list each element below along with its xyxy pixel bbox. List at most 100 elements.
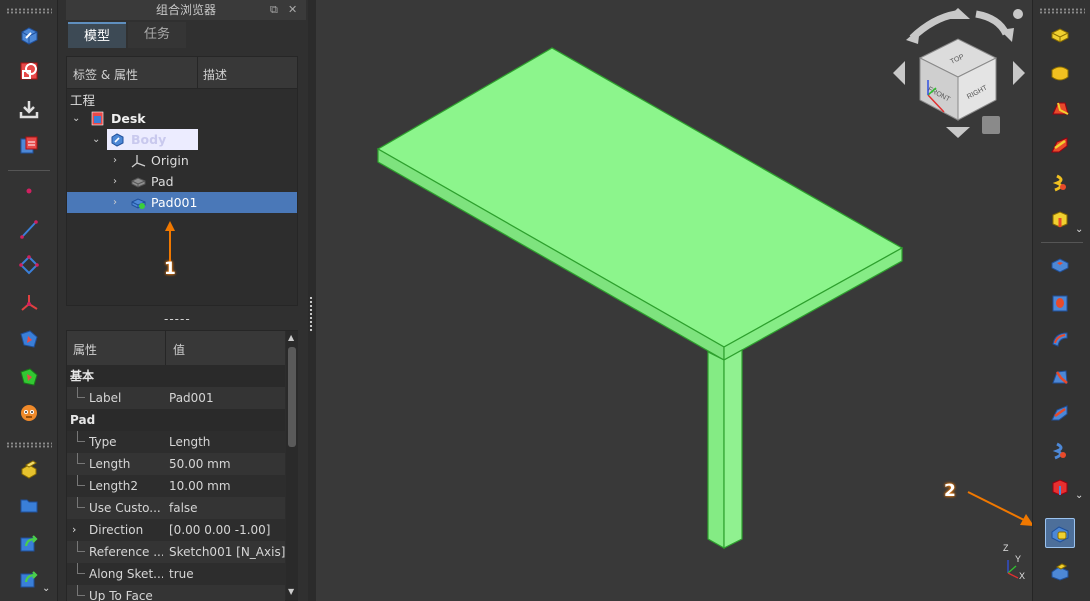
tab-tasks[interactable]: 任务 bbox=[128, 22, 186, 48]
loft-icon bbox=[1052, 102, 1069, 115]
line-icon bbox=[20, 220, 38, 239]
splitter-handle[interactable] bbox=[309, 296, 313, 332]
pad-button[interactable] bbox=[1045, 20, 1075, 50]
chevron-down-icon[interactable]: ⌄ bbox=[72, 108, 80, 129]
validate-sketch-button[interactable] bbox=[14, 94, 44, 124]
navcube-menu-icon[interactable] bbox=[1013, 9, 1023, 19]
clone-button[interactable] bbox=[14, 130, 44, 160]
subtractive-box-icon bbox=[1052, 479, 1068, 496]
leg-front-face[interactable] bbox=[707, 351, 725, 550]
3d-viewport[interactable]: TOP FRONT RIGHT Z Y X 2 bbox=[316, 0, 1032, 601]
property-row[interactable]: Label Pad001 bbox=[67, 387, 285, 409]
datum-point-button[interactable] bbox=[14, 176, 44, 206]
property-row[interactable]: › Direction [0.00 0.00 -1.00] bbox=[67, 519, 285, 541]
chamfer-button[interactable] bbox=[1045, 556, 1075, 586]
panel-splitter[interactable]: ----- bbox=[164, 312, 191, 326]
property-value[interactable]: 50.00 mm bbox=[169, 453, 285, 475]
undock-icon[interactable]: ⧉ bbox=[270, 0, 278, 20]
shape-binder-button[interactable] bbox=[14, 324, 44, 354]
pocket-button[interactable] bbox=[1045, 250, 1075, 280]
property-group-pad[interactable]: Pad bbox=[67, 409, 285, 431]
chevron-right-icon[interactable]: › bbox=[72, 519, 76, 541]
tree-item-pad001[interactable]: › Pad001 bbox=[67, 192, 297, 213]
navigation-cube[interactable]: TOP FRONT RIGHT bbox=[893, 8, 1025, 138]
additive-primitive-button[interactable] bbox=[1045, 204, 1075, 234]
datum-line-button[interactable] bbox=[14, 214, 44, 244]
toolbar-grip[interactable] bbox=[1039, 8, 1085, 14]
subtractive-loft-button[interactable] bbox=[1045, 362, 1075, 392]
chevron-right-icon[interactable]: › bbox=[113, 171, 117, 192]
property-value[interactable]: false bbox=[169, 497, 285, 519]
subtractive-primitive-button[interactable] bbox=[1045, 472, 1075, 502]
fillet-button[interactable] bbox=[1045, 518, 1075, 548]
datum-plane-button[interactable] bbox=[14, 250, 44, 280]
tree-header-description[interactable]: 描述 bbox=[203, 66, 227, 83]
pipe-button[interactable] bbox=[1045, 130, 1075, 160]
property-value[interactable]: [0.00 0.00 -1.00] bbox=[169, 519, 285, 541]
property-row[interactable]: Along Sket... true bbox=[67, 563, 285, 585]
new-document-button[interactable] bbox=[14, 454, 44, 484]
leg-side-face[interactable] bbox=[723, 348, 743, 549]
tree-item-pad[interactable]: › Pad bbox=[67, 171, 297, 192]
scrollbar-thumb[interactable] bbox=[288, 347, 296, 447]
property-header-name[interactable]: 属性 bbox=[73, 341, 97, 358]
viewport-canvas[interactable]: TOP FRONT RIGHT Z Y X bbox=[316, 0, 1032, 601]
hole-button[interactable] bbox=[1045, 288, 1075, 318]
subtractive-pipe-button[interactable] bbox=[1045, 398, 1075, 428]
subtractive-helix-button[interactable] bbox=[1045, 436, 1075, 466]
subshape-binder-button[interactable] bbox=[14, 362, 44, 392]
open-button[interactable] bbox=[14, 490, 44, 520]
property-value[interactable]: 10.00 mm bbox=[169, 475, 285, 497]
chevron-down-icon[interactable]: ⌄ bbox=[42, 583, 50, 594]
property-value[interactable]: Length bbox=[169, 431, 285, 453]
tree-item-origin[interactable]: › Origin bbox=[67, 150, 297, 171]
property-row[interactable]: Length2 10.00 mm bbox=[67, 475, 285, 497]
groove-button[interactable] bbox=[1045, 324, 1075, 354]
save-as-button[interactable] bbox=[14, 564, 44, 594]
property-value[interactable]: Sketch001 [N_Axis] bbox=[169, 541, 285, 563]
property-value[interactable]: Pad001 bbox=[169, 387, 285, 409]
create-body-button[interactable] bbox=[14, 20, 44, 50]
close-icon[interactable]: ✕ bbox=[288, 0, 297, 20]
arrow-down-icon[interactable] bbox=[946, 127, 970, 138]
clone-object-button[interactable] bbox=[14, 398, 44, 428]
tree-item-desk[interactable]: ⌄ Desk bbox=[67, 108, 297, 129]
save-button[interactable] bbox=[14, 528, 44, 558]
chevron-right-icon[interactable]: › bbox=[113, 192, 117, 213]
tree-header-labels[interactable]: 标签 & 属性 bbox=[73, 66, 138, 83]
revolution-button[interactable] bbox=[1045, 58, 1075, 88]
chevron-down-icon[interactable]: ⌄ bbox=[92, 129, 100, 150]
local-coordinate-system-button[interactable] bbox=[14, 288, 44, 318]
toolbar-grip[interactable] bbox=[6, 442, 52, 448]
view-menu-cube-icon[interactable] bbox=[982, 116, 1000, 134]
chevron-down-icon[interactable]: ⌄ bbox=[1075, 224, 1083, 235]
clone-icon bbox=[20, 136, 38, 154]
property-value[interactable]: true bbox=[169, 563, 285, 585]
property-key: Type bbox=[89, 435, 117, 449]
helix-button[interactable] bbox=[1045, 168, 1075, 198]
tab-model[interactable]: 模型 bbox=[68, 22, 126, 48]
sheep-icon bbox=[21, 405, 37, 421]
arrow-right-icon[interactable] bbox=[1013, 61, 1025, 85]
tree-item-body[interactable]: ⌄ Body bbox=[67, 129, 297, 150]
group-label: 基本 bbox=[70, 369, 95, 383]
property-group-basic[interactable]: 基本 bbox=[67, 365, 285, 387]
property-row[interactable]: Use Custo... false bbox=[67, 497, 285, 519]
chevron-down-icon[interactable]: ▼ bbox=[288, 587, 294, 596]
arrow-left-icon[interactable] bbox=[893, 61, 905, 85]
chevron-up-icon[interactable]: ▲ bbox=[288, 333, 294, 342]
property-row[interactable]: Type Length bbox=[67, 431, 285, 453]
property-row[interactable]: Reference ... Sketch001 [N_Axis] bbox=[67, 541, 285, 563]
hole-icon bbox=[1052, 295, 1068, 312]
toolbar-grip[interactable] bbox=[6, 8, 52, 14]
create-sketch-button[interactable] bbox=[14, 56, 44, 86]
property-row[interactable]: Up To Face bbox=[67, 585, 285, 601]
chevron-right-icon[interactable]: › bbox=[113, 150, 117, 171]
property-scrollbar[interactable]: ▲ ▼ bbox=[286, 331, 298, 600]
pad-icon bbox=[131, 198, 146, 209]
property-header-value[interactable]: 值 bbox=[173, 341, 185, 358]
desk-model[interactable] bbox=[376, 47, 904, 550]
property-row[interactable]: Length 50.00 mm bbox=[67, 453, 285, 475]
chevron-down-icon[interactable]: ⌄ bbox=[1075, 490, 1083, 501]
loft-button[interactable] bbox=[1045, 94, 1075, 124]
